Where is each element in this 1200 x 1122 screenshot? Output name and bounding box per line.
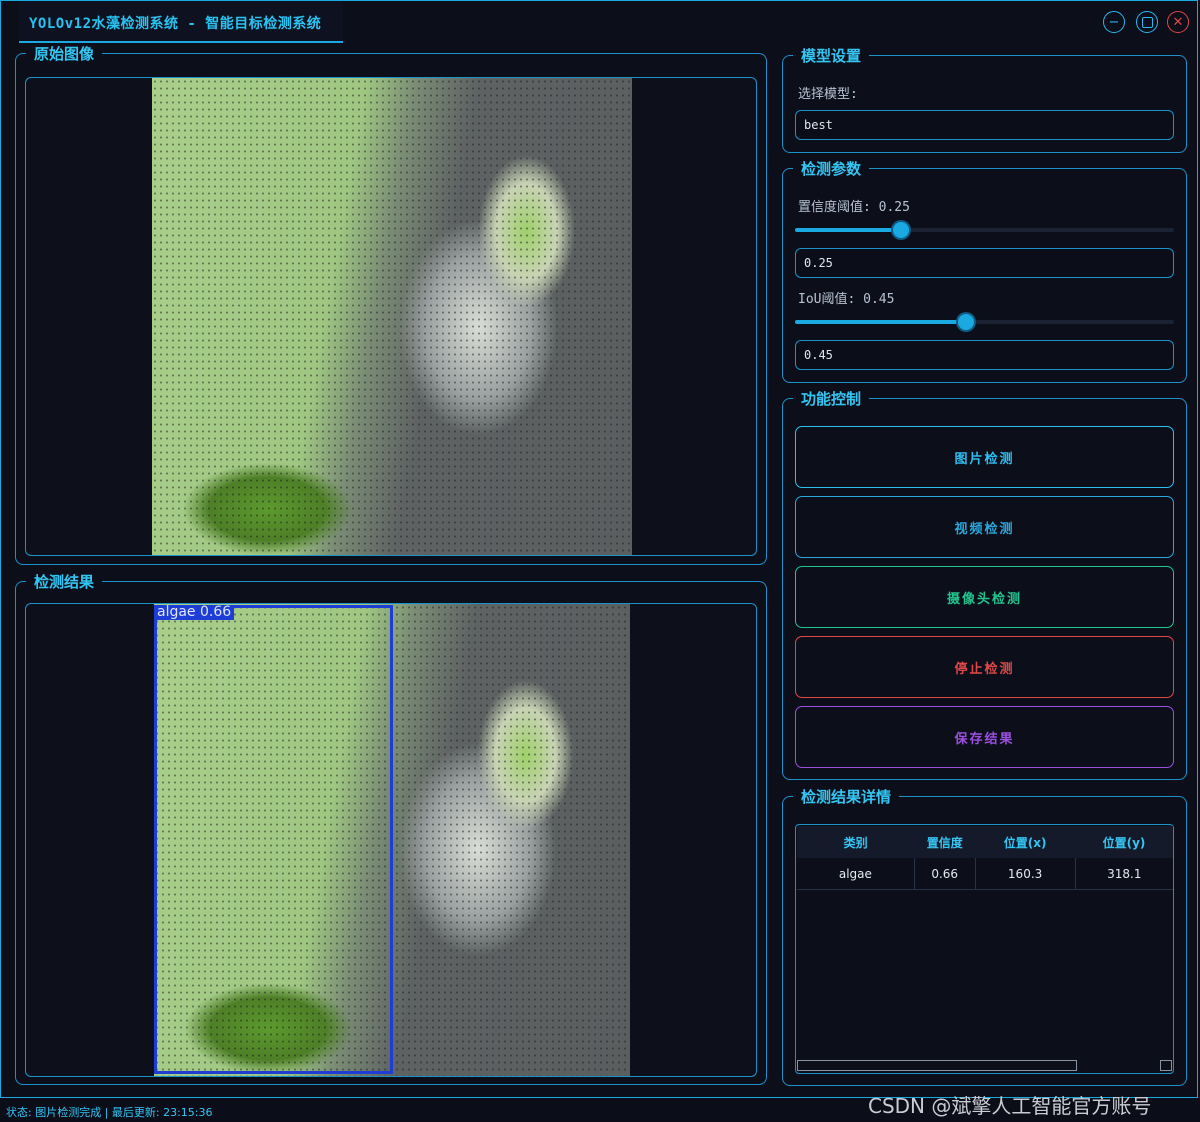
table-cell-confidence: 0.66 [914, 858, 976, 890]
detection-bounding-box: algae 0.66 [154, 605, 393, 1074]
iou-slider-handle[interactable] [958, 314, 974, 330]
result-details-title: 检测结果详情 [793, 788, 900, 806]
result-table: 类别 置信度 位置(x) 位置(y) algae 0.66 160.3 318.… [797, 826, 1173, 890]
model-select-label: 选择模型: [798, 87, 858, 102]
confidence-input-value: 0.25 [804, 256, 833, 270]
watermark: CSDN @斌擎人工智能官方账号 [868, 1094, 1152, 1118]
table-header-row: 类别 置信度 位置(x) 位置(y) [797, 826, 1173, 858]
minimize-icon: − [1108, 14, 1120, 30]
iou-input[interactable]: 0.45 [795, 340, 1174, 370]
camera-detect-button[interactable]: 摄像头检测 [795, 566, 1174, 628]
original-image [152, 78, 632, 555]
detection-result-frame: algae 0.66 [25, 603, 757, 1077]
close-icon: ✕ [1172, 14, 1184, 30]
detection-params-title: 检测参数 [793, 160, 870, 178]
column-header-confidence[interactable]: 置信度 [914, 826, 976, 858]
camera-detect-label: 摄像头检测 [946, 591, 1022, 607]
confidence-input[interactable]: 0.25 [795, 248, 1174, 278]
table-row[interactable]: algae 0.66 160.3 318.1 [797, 858, 1173, 890]
confidence-slider-handle[interactable] [893, 222, 909, 238]
app-window: YOLOv12水藻检测系统 - 智能目标检测系统 − ✕ 原始图像 检测结果 a… [0, 0, 1198, 1098]
close-button[interactable]: ✕ [1167, 11, 1189, 33]
stop-detect-button[interactable]: 停止检测 [795, 636, 1174, 698]
confidence-slider[interactable] [795, 222, 1174, 238]
table-cell-x: 160.3 [975, 858, 1076, 890]
scrollbar-end-button[interactable] [1160, 1060, 1172, 1071]
video-detect-label: 视频检测 [954, 521, 1015, 537]
minimize-button[interactable]: − [1103, 11, 1125, 33]
save-results-button[interactable]: 保存结果 [795, 706, 1174, 768]
model-settings-title: 模型设置 [793, 47, 870, 65]
confidence-slider-fill [795, 228, 901, 232]
iou-slider[interactable] [795, 314, 1174, 330]
iou-input-value: 0.45 [804, 348, 833, 362]
model-select-value: best [804, 118, 833, 132]
maximize-icon [1141, 16, 1153, 28]
model-select[interactable]: best [795, 110, 1174, 140]
title-bar: YOLOv12水藻检测系统 - 智能目标检测系统 − ✕ [1, 1, 1197, 43]
save-results-label: 保存结果 [954, 731, 1015, 747]
detection-box-label: algae 0.66 [154, 605, 235, 620]
iou-threshold-label: IoU阈值: 0.45 [798, 292, 895, 307]
original-image-title: 原始图像 [26, 45, 103, 63]
confidence-threshold-label: 置信度阈值: 0.25 [798, 200, 910, 215]
window-title: YOLOv12水藻检测系统 - 智能目标检测系统 [29, 16, 322, 32]
maximize-button[interactable] [1136, 11, 1158, 33]
column-header-class[interactable]: 类别 [797, 826, 915, 858]
video-detect-button[interactable]: 视频检测 [795, 496, 1174, 558]
horizontal-scrollbar[interactable] [797, 1060, 1077, 1071]
status-bar: 状态: 图片检测完成 | 最后更新: 23:15:36 [6, 1106, 213, 1119]
original-image-frame [25, 77, 757, 556]
iou-slider-fill [795, 320, 966, 324]
function-control-title: 功能控制 [793, 390, 870, 408]
image-detect-label: 图片检测 [954, 451, 1015, 467]
table-cell-y: 318.1 [1075, 858, 1173, 890]
table-cell-class: algae [797, 858, 915, 890]
column-header-y[interactable]: 位置(y) [1075, 826, 1173, 858]
detection-result-title: 检测结果 [26, 573, 103, 591]
column-header-x[interactable]: 位置(x) [975, 826, 1076, 858]
stop-detect-label: 停止检测 [954, 661, 1015, 677]
image-detect-button[interactable]: 图片检测 [795, 426, 1174, 488]
